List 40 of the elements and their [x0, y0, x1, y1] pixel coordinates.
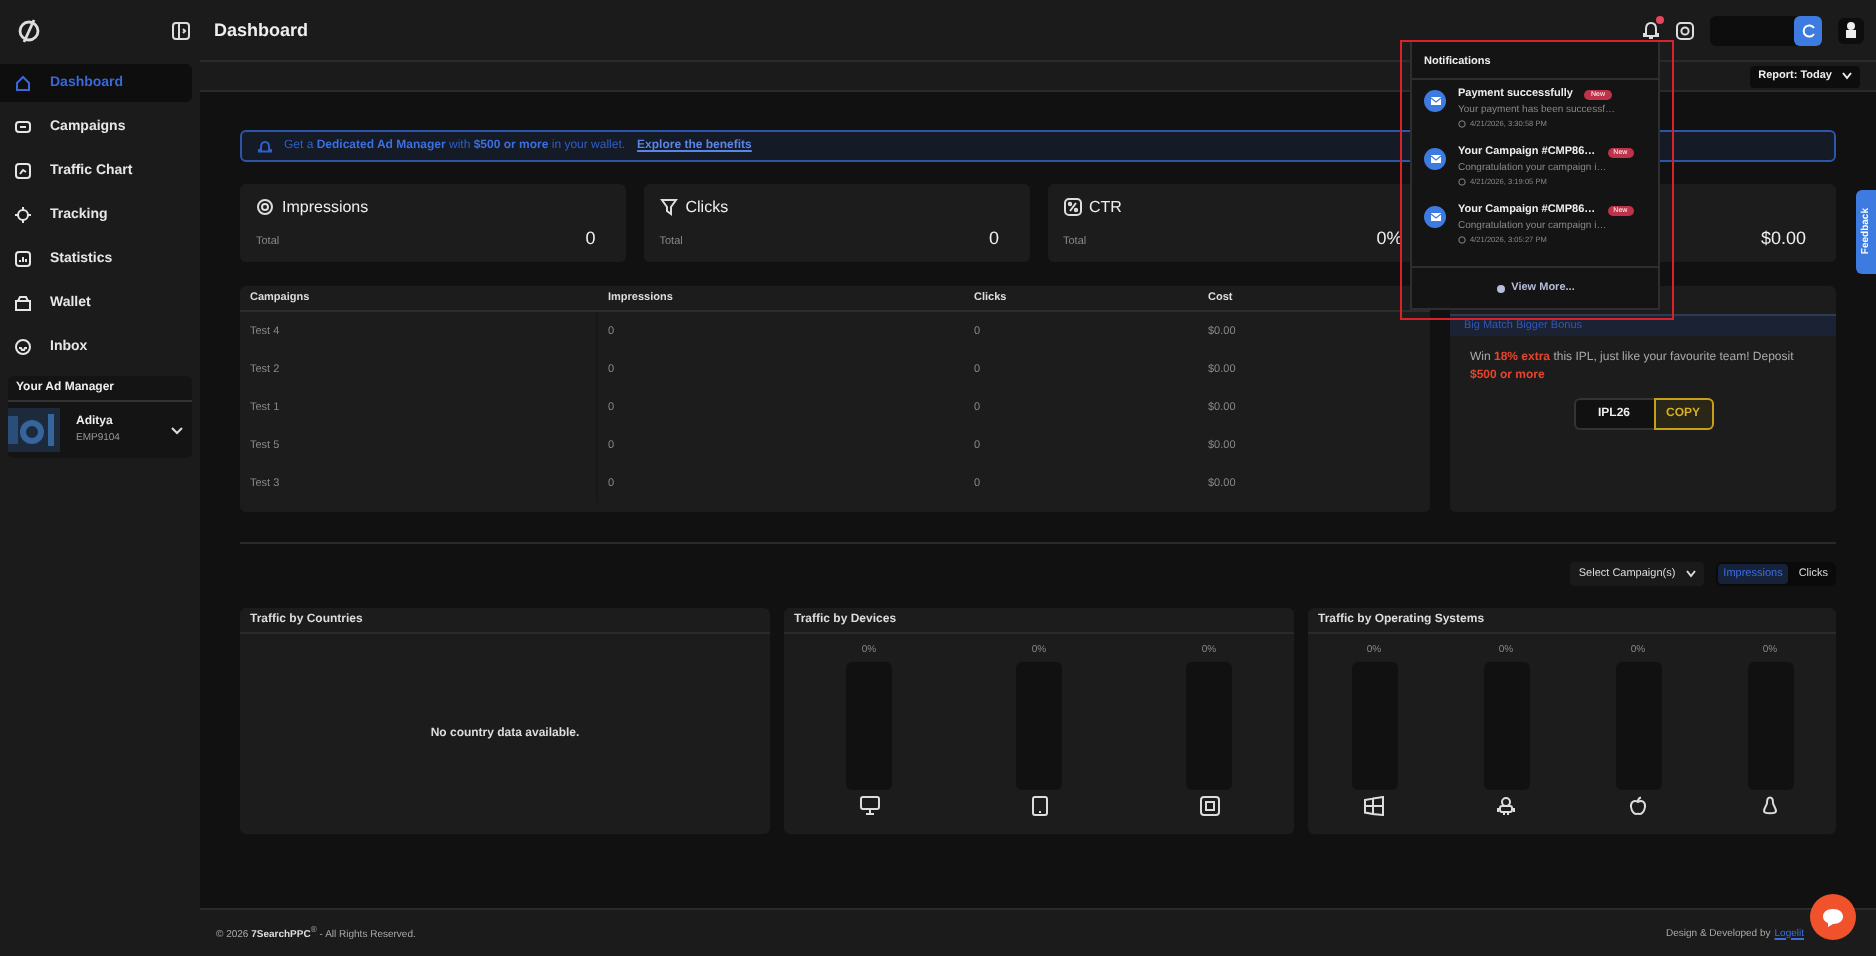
eye-icon — [256, 197, 274, 215]
bell-icon — [258, 139, 272, 153]
user-icon — [1846, 22, 1856, 38]
mail-icon — [1424, 206, 1446, 228]
stat-title: Clicks — [685, 197, 729, 215]
wallet-icon — [14, 294, 32, 312]
stat-title: CTR — [1089, 197, 1122, 215]
clock-icon — [1458, 236, 1466, 244]
chat-button[interactable] — [1810, 894, 1856, 940]
chevron-down-icon — [1842, 72, 1852, 80]
apple-icon — [1628, 796, 1648, 816]
mail-icon — [1424, 90, 1446, 112]
sidebar-toggle-icon[interactable] — [172, 21, 190, 39]
inbox-icon — [14, 338, 32, 356]
chart-icon — [14, 162, 32, 180]
percent-icon — [1063, 197, 1081, 215]
clock-icon — [1458, 120, 1466, 128]
mail-icon — [1424, 148, 1446, 170]
logo-icon[interactable] — [16, 17, 42, 43]
chat-icon — [1822, 907, 1844, 927]
balance-field[interactable] — [1710, 15, 1822, 45]
wallet-button[interactable] — [1794, 15, 1822, 45]
refresh-icon — [1801, 23, 1815, 37]
statistics-icon — [14, 250, 32, 268]
stat-value: 0 — [988, 228, 999, 248]
user-button[interactable] — [1838, 17, 1864, 43]
stat-value: $0.00 — [1760, 228, 1806, 248]
chevron-down-icon[interactable] — [170, 425, 184, 435]
home-icon — [14, 74, 32, 92]
page-title: Dashboard — [214, 20, 309, 40]
clock-icon — [1458, 178, 1466, 186]
robot-icon — [1496, 796, 1516, 816]
crosshair-icon — [14, 206, 32, 224]
cursor-icon — [659, 197, 678, 215]
chevron-down-icon — [1685, 570, 1696, 578]
bell-icon[interactable] — [1642, 20, 1660, 40]
desktop-icon — [859, 796, 879, 816]
stat-title: Impressions — [282, 197, 369, 215]
windows-icon — [1364, 796, 1384, 816]
stat-value: 0 — [585, 228, 596, 248]
